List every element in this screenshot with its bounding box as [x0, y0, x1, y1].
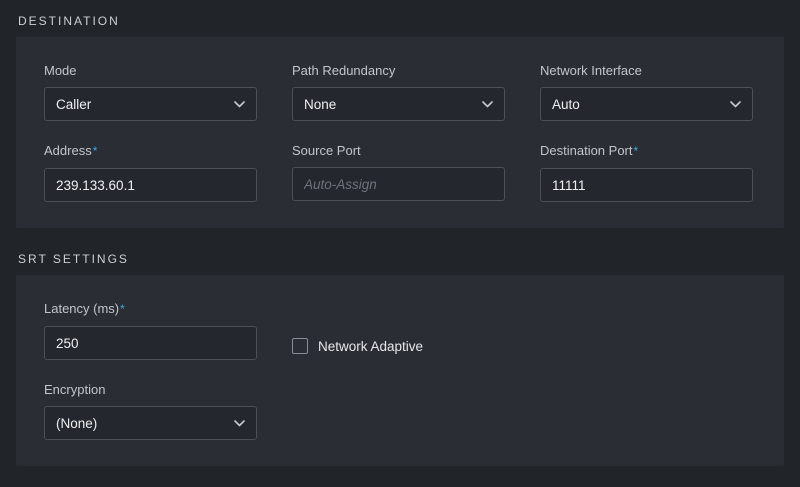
network-adaptive-checkbox[interactable]	[292, 338, 308, 354]
grid-spacer	[540, 301, 753, 360]
source-port-label: Source Port	[292, 143, 361, 158]
address-input[interactable]	[44, 168, 257, 202]
encryption-label: Encryption	[44, 382, 105, 397]
encryption-select[interactable]: (None)	[44, 406, 257, 440]
mode-label: Mode	[44, 63, 77, 78]
field-mode: Mode Caller	[44, 63, 257, 121]
field-network-adaptive: Network Adaptive	[292, 332, 505, 360]
srt-panel: Latency (ms)* Network Adaptive Encryptio…	[16, 275, 784, 466]
network-adaptive-label: Network Adaptive	[318, 339, 423, 354]
field-network-interface: Network Interface Auto	[540, 63, 753, 121]
destination-port-input[interactable]	[540, 168, 753, 202]
chevron-down-icon	[234, 420, 245, 427]
mode-selected-value: Caller	[56, 97, 91, 112]
mode-select[interactable]: Caller	[44, 87, 257, 121]
srt-section-title: SRT SETTINGS	[16, 248, 784, 275]
field-source-port: Source Port	[292, 143, 505, 202]
field-path-redundancy: Path Redundancy None	[292, 63, 505, 121]
latency-label: Latency (ms)	[44, 301, 119, 316]
required-asterisk: *	[120, 302, 125, 316]
chevron-down-icon	[482, 101, 493, 108]
field-destination-port: Destination Port*	[540, 143, 753, 202]
chevron-down-icon	[234, 101, 245, 108]
settings-page: DESTINATION Mode Caller Path Redundancy	[0, 0, 800, 466]
encryption-selected-value: (None)	[56, 416, 97, 431]
required-asterisk: *	[634, 144, 639, 158]
network-interface-select[interactable]: Auto	[540, 87, 753, 121]
destination-panel: Mode Caller Path Redundancy None	[16, 37, 784, 228]
destination-port-label: Destination Port	[540, 143, 633, 158]
destination-section-title: DESTINATION	[16, 10, 784, 37]
field-latency: Latency (ms)*	[44, 301, 257, 360]
path-redundancy-selected-value: None	[304, 97, 336, 112]
address-label: Address	[44, 143, 92, 158]
source-port-input[interactable]	[292, 167, 505, 201]
latency-input[interactable]	[44, 326, 257, 360]
network-interface-label: Network Interface	[540, 63, 642, 78]
destination-grid: Mode Caller Path Redundancy None	[44, 63, 756, 202]
required-asterisk: *	[93, 144, 98, 158]
path-redundancy-select[interactable]: None	[292, 87, 505, 121]
chevron-down-icon	[730, 101, 741, 108]
field-address: Address*	[44, 143, 257, 202]
srt-grid: Latency (ms)* Network Adaptive Encryptio…	[44, 301, 756, 440]
path-redundancy-label: Path Redundancy	[292, 63, 395, 78]
field-encryption: Encryption (None)	[44, 382, 257, 440]
network-interface-selected-value: Auto	[552, 97, 580, 112]
